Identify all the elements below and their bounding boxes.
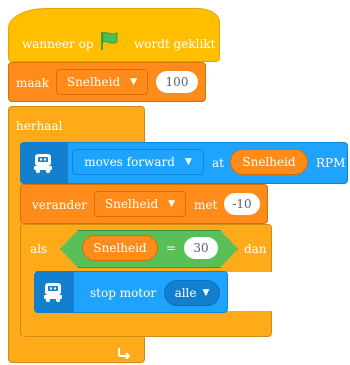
- speed-variable-reporter[interactable]: Snelheid: [230, 149, 308, 175]
- compare-value-input[interactable]: 30: [184, 237, 218, 259]
- motor-target-dropdown[interactable]: alle ▼: [164, 280, 220, 306]
- equals-sign: =: [166, 241, 177, 255]
- variable-name: Snelheid: [104, 197, 159, 211]
- if-label: als: [30, 242, 48, 256]
- chevron-down-icon: ▼: [168, 199, 176, 209]
- motor-target-value: alle: [174, 286, 197, 300]
- stop-motor-label: stop motor: [90, 286, 157, 300]
- change-value-input[interactable]: -10: [224, 193, 260, 215]
- loop-arrow-icon: [118, 348, 131, 359]
- at-label: at: [212, 156, 224, 170]
- motor-action-dropdown[interactable]: moves forward ▼: [72, 149, 204, 175]
- robot-icon: [34, 154, 52, 174]
- green-flag-icon: [101, 32, 118, 50]
- set-value-input[interactable]: 100: [156, 71, 198, 93]
- variable-dropdown[interactable]: Snelheid ▼: [56, 69, 148, 95]
- robot-icon: [44, 283, 62, 303]
- motor-action-value: moves forward: [84, 155, 175, 169]
- if-block-bottom: [20, 311, 272, 337]
- rpm-label: RPM: [316, 156, 346, 170]
- change-label: verander: [32, 198, 88, 212]
- with-label: met: [194, 198, 218, 212]
- repeat-label: herhaal: [16, 119, 63, 133]
- set-label: maak: [16, 76, 49, 90]
- speed-variable-reporter[interactable]: Snelheid: [82, 235, 158, 261]
- if-block-arm: [20, 271, 34, 313]
- variable-dropdown[interactable]: Snelheid ▼: [94, 191, 186, 217]
- then-label: dan: [244, 242, 267, 256]
- when-label: wanneer op: [22, 37, 94, 51]
- chevron-down-icon: ▼: [202, 288, 210, 298]
- chevron-down-icon: ▼: [130, 77, 138, 87]
- chevron-down-icon: ▼: [184, 157, 192, 167]
- clicked-label: wordt geklikt: [134, 37, 216, 51]
- variable-name: Snelheid: [66, 75, 121, 89]
